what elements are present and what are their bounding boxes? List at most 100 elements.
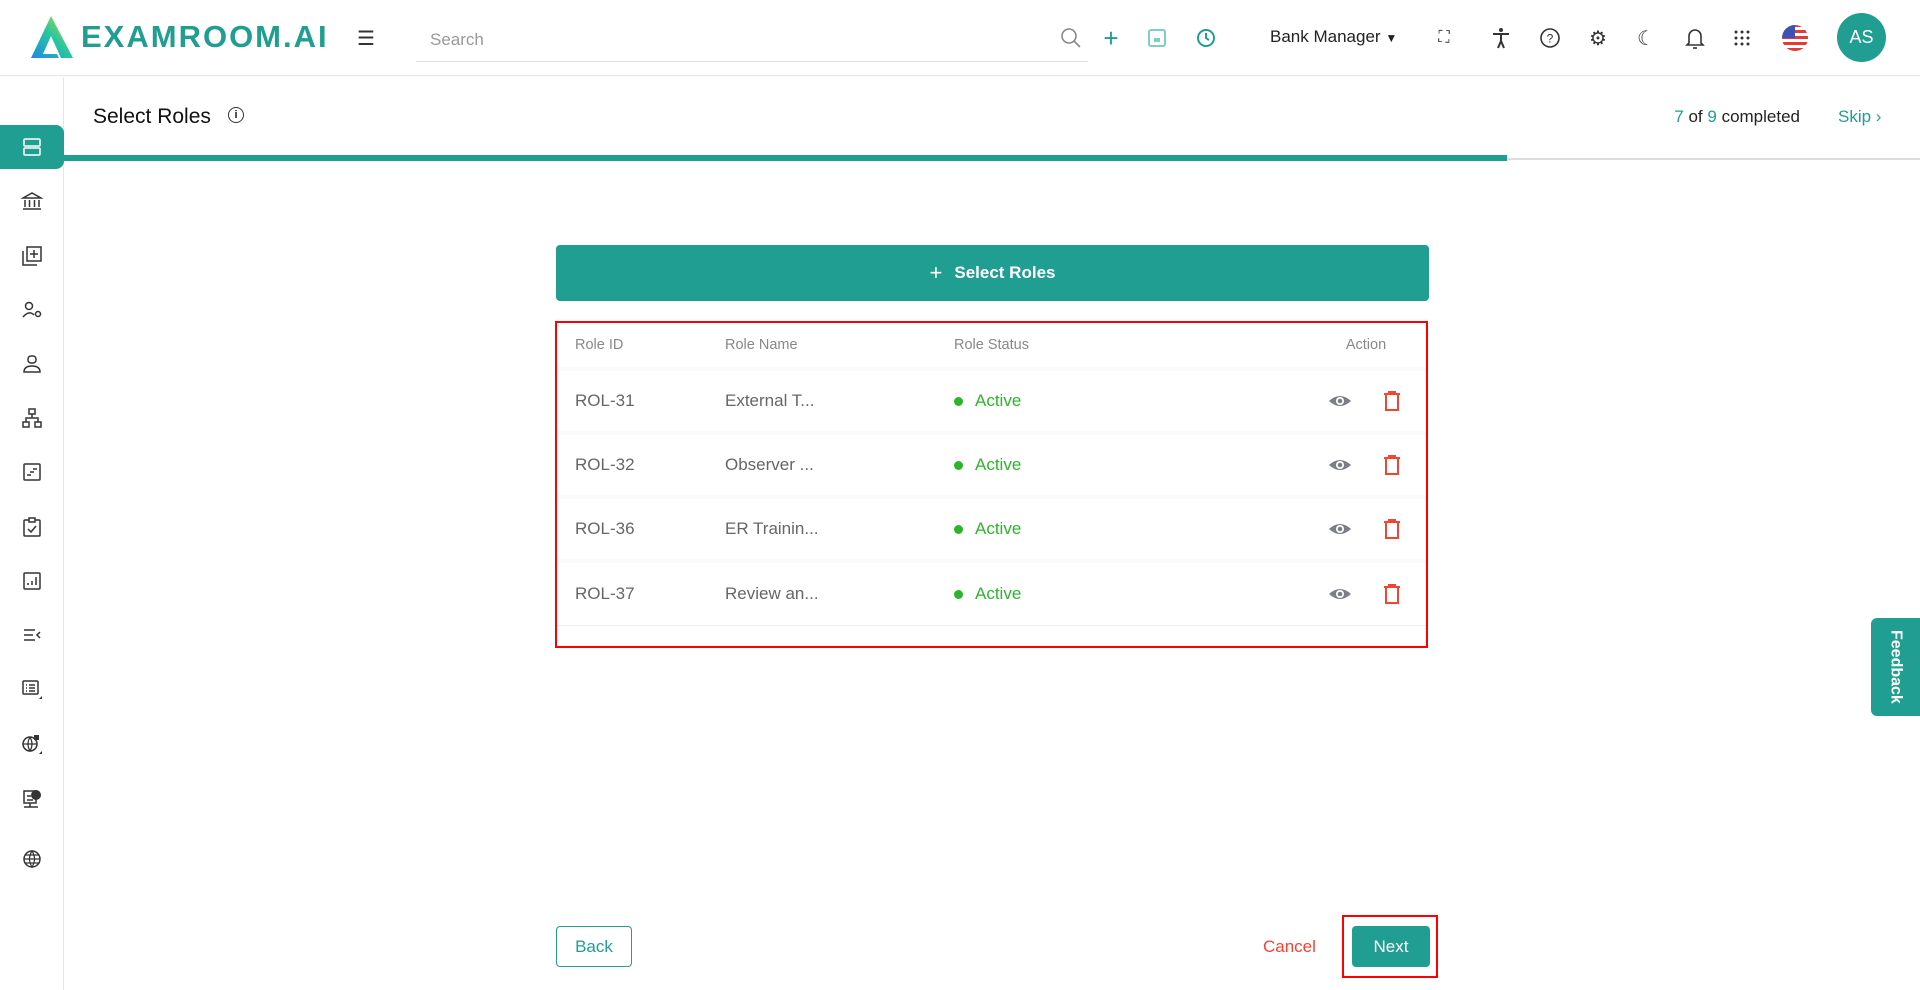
skip-link[interactable]: Skip ›: [1838, 107, 1881, 127]
role-selector[interactable]: Bank Manager ▼: [1270, 27, 1397, 47]
status-dot: [954, 461, 963, 471]
top-bar: EXAMROOM.AI ☰ + Bank Manager ▼ ⛶ ? ⚙ ☾ A…: [0, 0, 1920, 76]
header-role-id: Role ID: [557, 323, 725, 370]
role-status: Active: [954, 367, 1306, 434]
sidebar-item-server[interactable]: [0, 777, 64, 821]
status-dot: [954, 525, 963, 535]
menu-icon[interactable]: ☰: [352, 24, 380, 52]
header-role-status: Role Status: [954, 323, 1306, 370]
role-name: ER Trainin...: [725, 495, 954, 562]
notification-icon[interactable]: [1681, 24, 1709, 52]
table-row: ROL-32 Observer ... Active: [557, 431, 1426, 498]
progress-bar: [64, 155, 1507, 161]
save-icon[interactable]: [1143, 24, 1171, 52]
status-dot: [954, 589, 963, 599]
info-icon[interactable]: i: [228, 107, 244, 123]
library-add-icon: [22, 246, 42, 266]
user-gear-icon: [22, 301, 42, 318]
fullscreen-icon[interactable]: ⛶: [1430, 24, 1458, 52]
clipboard-check-icon: [23, 517, 41, 537]
plus-icon: +: [929, 260, 943, 285]
delete-icon[interactable]: [1380, 453, 1404, 477]
select-roles-label: Select Roles: [954, 263, 1056, 282]
view-icon[interactable]: [1328, 389, 1352, 413]
header-role-name: Role Name: [725, 323, 954, 370]
settings-icon[interactable]: ⚙: [1584, 24, 1612, 52]
actions: [1306, 367, 1426, 434]
search-icon[interactable]: [1057, 24, 1085, 52]
status-dot: [954, 397, 963, 407]
history-icon[interactable]: [1192, 24, 1220, 52]
progress-of: of: [1688, 107, 1703, 126]
logo[interactable]: EXAMROOM.AI: [29, 14, 329, 60]
sidebar-item-globe[interactable]: [0, 837, 64, 881]
sidebar-item-reports[interactable]: [0, 559, 64, 603]
role-id: ROL-31: [557, 367, 725, 434]
header-action: Action: [1306, 323, 1426, 370]
plus-icon[interactable]: +: [1097, 23, 1125, 53]
progress-current: 7: [1674, 107, 1684, 126]
feedback-tab[interactable]: Feedback: [1871, 618, 1920, 716]
accessibility-icon[interactable]: [1487, 24, 1515, 52]
delete-icon[interactable]: [1380, 582, 1404, 606]
apps-icon[interactable]: [1728, 24, 1756, 52]
status-label: Active: [975, 583, 1022, 603]
sidebar-item-checklist[interactable]: [0, 505, 64, 549]
role-status: Active: [954, 559, 1306, 626]
sidebar-item-institution[interactable]: [0, 179, 64, 223]
dark-mode-icon[interactable]: ☾: [1632, 24, 1660, 52]
sidebar-item-collapse-list[interactable]: [0, 613, 64, 657]
role-status: Active: [954, 431, 1306, 498]
status-label: Active: [975, 455, 1022, 474]
actions: [1306, 431, 1426, 498]
server-icon: [23, 790, 41, 808]
sidebar-item-global-settings[interactable]: [0, 722, 64, 766]
chevron-down-icon: ▼: [1385, 31, 1398, 45]
next-button[interactable]: Next: [1352, 926, 1430, 967]
logo-text: EXAMROOM.AI: [81, 19, 329, 54]
view-icon[interactable]: [1328, 517, 1352, 541]
delete-icon[interactable]: [1380, 389, 1404, 413]
sidebar-item-user-settings[interactable]: [0, 288, 64, 332]
search-input[interactable]: [416, 18, 1088, 62]
role-name: External T...: [725, 367, 954, 434]
logo-icon: [31, 16, 73, 58]
sidebar-item-dashboard[interactable]: [0, 125, 64, 169]
sidebar-item-list[interactable]: [0, 667, 64, 711]
actions: [1306, 495, 1426, 562]
progress-text: 7 of 9 completed: [1674, 107, 1800, 127]
sidebar-item-forms[interactable]: [0, 450, 64, 494]
select-roles-button[interactable]: + Select Roles: [556, 245, 1429, 301]
us-flag-icon[interactable]: [1781, 24, 1809, 52]
role-id: ROL-37: [557, 559, 725, 626]
sidebar-item-add-content[interactable]: [0, 234, 64, 278]
sidebar-item-hierarchy[interactable]: [0, 396, 64, 440]
list-icon: [22, 680, 42, 699]
avatar[interactable]: AS: [1837, 13, 1886, 62]
hierarchy-icon: [22, 408, 42, 428]
roles-table-container: Role ID Role Name Role Status Action ROL…: [555, 321, 1428, 648]
view-icon[interactable]: [1328, 453, 1352, 477]
role-id: ROL-32: [557, 431, 725, 498]
chart-icon: [23, 572, 41, 590]
roles-table: Role ID Role Name Role Status Action ROL…: [557, 323, 1426, 626]
help-icon[interactable]: ?: [1536, 24, 1564, 52]
delete-icon[interactable]: [1380, 517, 1404, 541]
sidebar: [0, 77, 64, 990]
back-button[interactable]: Back: [556, 926, 632, 967]
progress-suffix: completed: [1721, 107, 1800, 126]
bank-icon: [21, 192, 43, 210]
globe-settings-icon: [22, 735, 42, 754]
sidebar-item-user[interactable]: [0, 342, 64, 386]
table-row: ROL-36 ER Trainin... Active: [557, 495, 1426, 562]
view-icon[interactable]: [1328, 582, 1352, 606]
table-row: ROL-31 External T... Active: [557, 367, 1426, 434]
menu-collapse-icon: [24, 629, 41, 641]
globe-icon: [23, 850, 41, 869]
status-label: Active: [975, 391, 1022, 410]
role-selector-label: Bank Manager: [1270, 27, 1381, 46]
cancel-button[interactable]: Cancel: [1263, 937, 1316, 957]
role-name: Observer ...: [725, 431, 954, 498]
user-icon: [23, 355, 41, 373]
role-status: Active: [954, 495, 1306, 562]
